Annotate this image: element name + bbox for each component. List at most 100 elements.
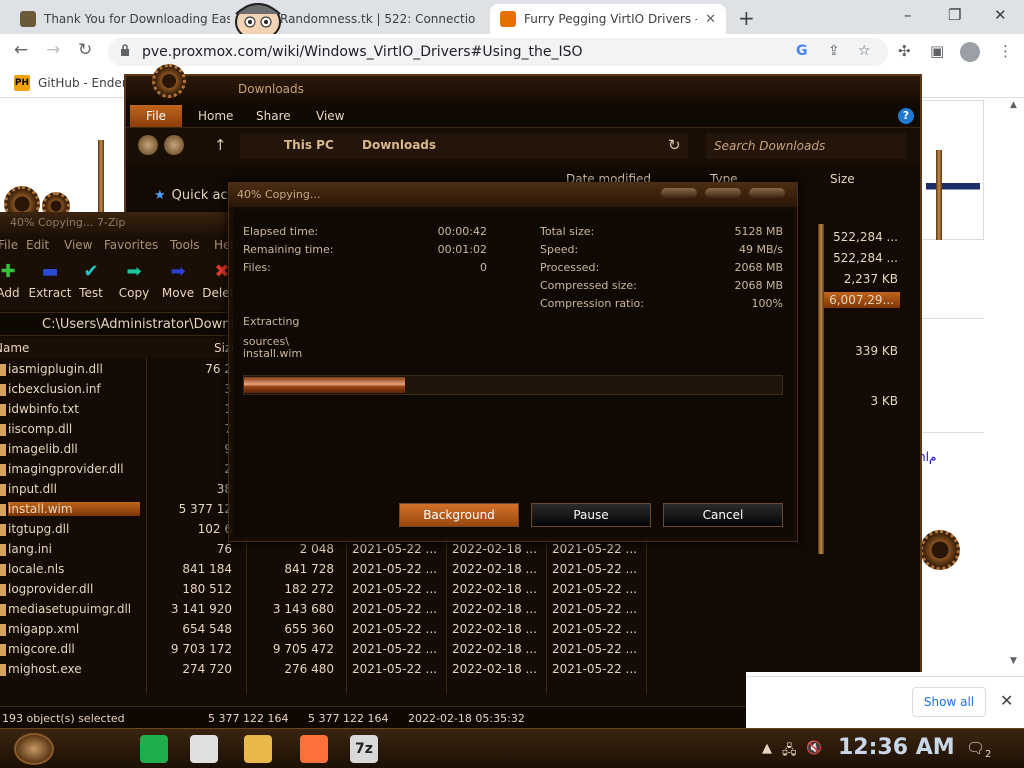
profile-avatar-icon[interactable] xyxy=(960,42,980,62)
column-size[interactable]: Size xyxy=(830,172,855,186)
close-downloads-bar-icon[interactable]: ✕ xyxy=(1000,691,1013,710)
restore-button[interactable]: ❐ xyxy=(948,6,961,24)
minimize-button[interactable]: – xyxy=(904,6,912,24)
file-icon xyxy=(0,484,6,496)
table-row[interactable]: migapp.xml 654 548 655 360 2021-05-22 ... 20… xyxy=(0,620,740,640)
scroll-down-arrow-icon[interactable]: ▼ xyxy=(1010,656,1017,666)
taskbar-app-green-app[interactable] xyxy=(140,735,168,763)
reload-icon[interactable]: ↻ xyxy=(78,40,92,60)
address-bar[interactable]: pve.proxmox.com/wiki/Windows_VirtIO_Driv… xyxy=(108,38,888,66)
ribbon-tab-home[interactable]: Home xyxy=(198,109,233,123)
add-button[interactable]: ✚ Add xyxy=(0,262,30,301)
file-name: idwbinfo.txt xyxy=(8,402,80,416)
menu-file[interactable]: File xyxy=(0,238,18,252)
breadcrumb-downloads[interactable]: Downloads xyxy=(362,138,436,152)
file-packed-size: 9 705 472 xyxy=(272,642,334,656)
background-button[interactable]: Background xyxy=(399,503,519,527)
quick-access-item[interactable]: ★ Quick ac xyxy=(154,188,228,203)
progress-bar-fill xyxy=(244,377,406,393)
bookmark-github[interactable]: PH GitHub - Endem xyxy=(14,75,133,91)
file-modified: 2021-05-22 ... xyxy=(352,602,437,616)
file-icon xyxy=(0,564,6,576)
taskbar: 7z ▲ 🖧 🔇 12:36 AM 🗨2 xyxy=(0,728,1024,768)
file-name: locale.nls xyxy=(8,562,65,576)
share-icon[interactable]: ⇪ xyxy=(828,43,840,59)
remaining-time-value: 00:01:02 xyxy=(437,243,487,256)
processed-label: Processed: xyxy=(540,261,600,274)
file-icon xyxy=(0,504,6,516)
menu-kebab-icon[interactable]: ⋮ xyxy=(998,42,1013,60)
file-created: 2022-02-18 ... xyxy=(452,642,537,656)
table-row[interactable]: locale.nls 841 184 841 728 2021-05-22 ... 20… xyxy=(0,560,740,580)
file-icon xyxy=(0,404,6,416)
taskbar-app-file-explorer[interactable] xyxy=(244,735,272,763)
breadcrumb-this-pc[interactable]: This PC xyxy=(284,138,334,152)
help-icon[interactable]: ? xyxy=(898,108,914,124)
clock[interactable]: 12:36 AM xyxy=(838,735,955,760)
taskbar-app-chrome[interactable] xyxy=(190,735,218,763)
files-label: Files: xyxy=(243,261,271,274)
dialog-minimize-button[interactable] xyxy=(661,188,697,198)
menu-tools[interactable]: Tools xyxy=(170,238,200,252)
side-panel-icon[interactable]: ▣ xyxy=(930,42,944,60)
file-icon xyxy=(0,464,6,476)
menu-favorites[interactable]: Favorites xyxy=(104,238,158,252)
network-icon[interactable]: 🖧 xyxy=(782,741,797,763)
menu-view[interactable]: View xyxy=(64,238,92,252)
show-all-button[interactable]: Show all xyxy=(912,687,986,717)
volume-muted-icon[interactable]: 🔇 xyxy=(806,741,822,756)
column-name[interactable]: Name xyxy=(0,341,29,355)
back-icon[interactable] xyxy=(138,135,158,155)
table-row[interactable]: mighost.exe 274 720 276 480 2021-05-22 ... 2… xyxy=(0,660,740,680)
ribbon-tab-view[interactable]: View xyxy=(316,109,344,123)
dialog-close-button[interactable] xyxy=(749,188,785,198)
file-size: 654 548 xyxy=(182,622,232,636)
bookmark-star-icon[interactable]: ☆ xyxy=(858,43,871,59)
menu-edit[interactable]: Edit xyxy=(26,238,49,252)
back-arrow-icon[interactable]: ← xyxy=(14,40,28,60)
table-row[interactable]: logprovider.dll 180 512 182 272 2021-05-22 … xyxy=(0,580,740,600)
up-arrow-icon[interactable]: ↑ xyxy=(214,136,227,154)
explorer-search-box[interactable]: Search Downloads xyxy=(706,133,906,159)
speed-label: Speed: xyxy=(540,243,579,256)
refresh-icon[interactable]: ↻ xyxy=(668,136,681,154)
close-window-button[interactable]: ✕ xyxy=(994,6,1007,24)
cancel-button[interactable]: Cancel xyxy=(663,503,783,527)
start-button[interactable] xyxy=(14,733,54,765)
google-icon[interactable]: G xyxy=(796,43,808,59)
table-row[interactable]: migcore.dll 9 703 172 9 705 472 2021-05-22 … xyxy=(0,640,740,660)
ribbon-file-tab[interactable]: File xyxy=(130,105,182,127)
extract-button[interactable]: ▬ Extract xyxy=(28,262,72,301)
tray-up-icon[interactable]: ▲ xyxy=(762,741,772,756)
table-row[interactable]: lang.ini 76 2 048 2021-05-22 ... 2022-02-18 … xyxy=(0,540,740,560)
test-button[interactable]: ✔ Test xyxy=(72,262,110,301)
tab-title: Randomness.tk | 522: Connection xyxy=(280,12,476,26)
taskbar-app-7zip[interactable]: 7z xyxy=(350,735,378,763)
move-button[interactable]: ➡ Move xyxy=(158,262,198,301)
scroll-up-arrow-icon[interactable]: ▲ xyxy=(1010,100,1017,110)
url-text: pve.proxmox.com/wiki/Windows_VirtIO_Driv… xyxy=(142,44,583,60)
speed-value: 49 MB/s xyxy=(739,243,783,256)
forward-arrow-icon[interactable]: → xyxy=(46,40,60,60)
pause-button[interactable]: Pause xyxy=(531,503,651,527)
table-row[interactable]: mediasetupuimgr.dll 3 141 920 3 143 680 202… xyxy=(0,600,740,620)
copy-button[interactable]: ➡ Copy xyxy=(114,262,154,301)
tab-title: Furry Pegging VirtIO Drivers - Pr xyxy=(524,12,698,26)
file-accessed: 2021-05-22 ... xyxy=(552,562,637,576)
ribbon-tab-share[interactable]: Share xyxy=(256,109,291,123)
new-tab-button[interactable]: + xyxy=(738,6,755,30)
file-size: 5 377 12 xyxy=(178,502,232,516)
tab-close-icon[interactable]: ✕ xyxy=(705,12,716,27)
taskbar-app-firefox[interactable] xyxy=(300,735,328,763)
forward-icon[interactable] xyxy=(164,135,184,155)
browser-tab-1[interactable]: Thank You for Downloading Easy xyxy=(10,4,240,34)
extensions-icon[interactable]: ✣ xyxy=(898,42,911,60)
status-size: 5 377 122 164 xyxy=(208,712,289,725)
notifications-icon[interactable]: 🗨2 xyxy=(966,739,991,760)
compression-ratio-value: 100% xyxy=(751,297,783,310)
browser-tab-3[interactable]: Furry Pegging VirtIO Drivers - Pr ✕ xyxy=(490,4,726,34)
dialog-maximize-button[interactable] xyxy=(705,188,741,198)
file-name: migcore.dll xyxy=(8,642,75,656)
tab-title: Thank You for Downloading Easy xyxy=(44,12,230,26)
file-icon xyxy=(0,584,6,596)
